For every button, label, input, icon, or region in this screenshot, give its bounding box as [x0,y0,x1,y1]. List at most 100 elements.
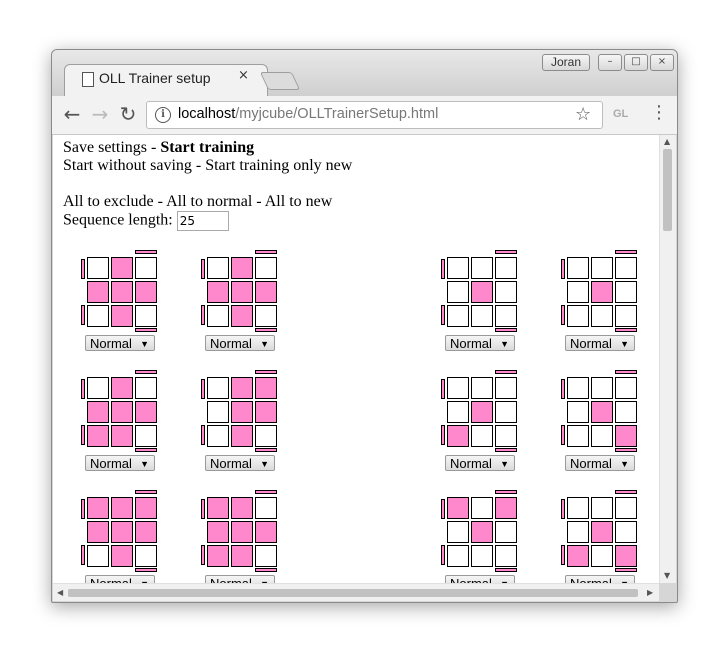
oll-case: Normal ▼ [559,249,639,359]
sticker [447,305,469,327]
side-sticker [255,568,277,572]
sticker [591,281,613,303]
side-sticker [201,545,205,565]
side-sticker [81,425,85,445]
case-mode-select[interactable]: Normal ▼ [205,455,275,471]
sticker [111,257,133,279]
address-bar[interactable]: i localhost/myjcube/OLLTrainerSetup.html… [146,101,603,129]
menu-icon[interactable]: ⋮ [650,104,668,122]
save-settings-link[interactable]: Save settings - [63,139,160,156]
sticker [207,497,229,519]
sticker [495,257,517,279]
case-mode-value: Normal [90,336,132,351]
side-sticker [441,379,445,399]
side-sticker [441,545,445,565]
sticker [135,401,157,423]
sticker [87,377,109,399]
sticker [231,425,253,447]
extension-gl-icon[interactable]: GL [613,108,628,120]
sticker [567,545,589,567]
minimize-button[interactable]: – [598,54,622,71]
case-mode-value: Normal [450,336,492,351]
side-sticker [495,568,517,572]
sticker [615,497,637,519]
sticker [255,305,277,327]
oll-case: Normal ▼ [79,369,159,479]
sticker [87,521,109,543]
sticker [255,281,277,303]
sticker [447,377,469,399]
info-icon[interactable]: i [155,107,171,123]
oll-case: Normal ▼ [559,369,639,479]
sticker [255,377,277,399]
sticker [231,521,253,543]
side-sticker [135,328,157,332]
sticker [231,545,253,567]
dropdown-caret-icon: ▼ [620,339,629,349]
case-mode-select[interactable]: Normal ▼ [205,575,275,583]
case-mode-select[interactable]: Normal ▼ [565,455,635,471]
side-sticker [495,448,517,452]
side-sticker [615,448,637,452]
sticker [615,401,637,423]
sticker [471,257,493,279]
case-mode-value: Normal [570,576,612,583]
sticker [615,281,637,303]
sticker [87,257,109,279]
horizontal-scrollbar[interactable]: ◀ ▶ [53,583,659,601]
side-sticker [135,490,157,494]
bookmark-star-icon[interactable]: ☆ [575,104,591,125]
scroll-left-icon[interactable]: ◀ [57,588,63,597]
close-window-button[interactable]: × [650,54,674,71]
start-training-link[interactable]: Start training [160,139,254,156]
dropdown-caret-icon: ▼ [260,459,269,469]
sticker [447,257,469,279]
case-mode-select[interactable]: Normal ▼ [85,455,155,471]
scroll-right-icon[interactable]: ▶ [647,588,653,597]
case-mode-select[interactable]: Normal ▼ [445,335,515,351]
case-mode-select[interactable]: Normal ▼ [445,575,515,583]
sticker [135,545,157,567]
vertical-scroll-thumb[interactable] [663,149,672,231]
side-sticker [255,448,277,452]
side-sticker [81,305,85,325]
case-mode-select[interactable]: Normal ▼ [85,575,155,583]
bulk-options-line[interactable]: All to exclude - All to normal - All to … [63,193,352,211]
oll-case: Normal ▼ [199,249,279,359]
dropdown-caret-icon: ▼ [140,459,149,469]
start-without-saving-line[interactable]: Start without saving - Start training on… [63,157,352,175]
side-sticker [615,250,637,254]
side-sticker [441,425,445,445]
horizontal-scroll-thumb[interactable] [68,589,638,597]
oll-case: Normal ▼ [79,489,159,583]
case-mode-select[interactable]: Normal ▼ [445,455,515,471]
back-arrow-icon[interactable]: ← [60,102,84,126]
reload-icon[interactable]: ↻ [116,102,140,126]
user-profile-button[interactable]: Joran [542,54,590,71]
dropdown-caret-icon: ▼ [620,459,629,469]
vertical-scrollbar[interactable]: ▲ ▼ [659,135,676,583]
close-tab-icon[interactable]: × [238,68,249,83]
oll-case: Normal ▼ [559,489,639,583]
maximize-button[interactable]: □ [624,54,648,71]
oll-case: Normal ▼ [199,489,279,583]
dropdown-caret-icon: ▼ [140,339,149,349]
forward-arrow-icon[interactable]: → [88,102,112,126]
sticker [207,377,229,399]
url-path: /myjcube/OLLTrainerSetup.html [235,106,439,122]
oll-case: Normal ▼ [199,369,279,479]
sticker [255,497,277,519]
side-sticker [255,250,277,254]
scroll-up-icon[interactable]: ▲ [664,137,670,146]
sequence-length-input[interactable] [176,211,229,231]
case-mode-select[interactable]: Normal ▼ [85,335,155,351]
case-mode-select[interactable]: Normal ▼ [565,335,635,351]
sticker [567,497,589,519]
scroll-down-icon[interactable]: ▼ [664,571,670,580]
sticker [567,257,589,279]
case-mode-select[interactable]: Normal ▼ [205,335,275,351]
sticker [471,281,493,303]
sticker [495,281,517,303]
side-sticker [561,499,565,519]
case-mode-select[interactable]: Normal ▼ [565,575,635,583]
